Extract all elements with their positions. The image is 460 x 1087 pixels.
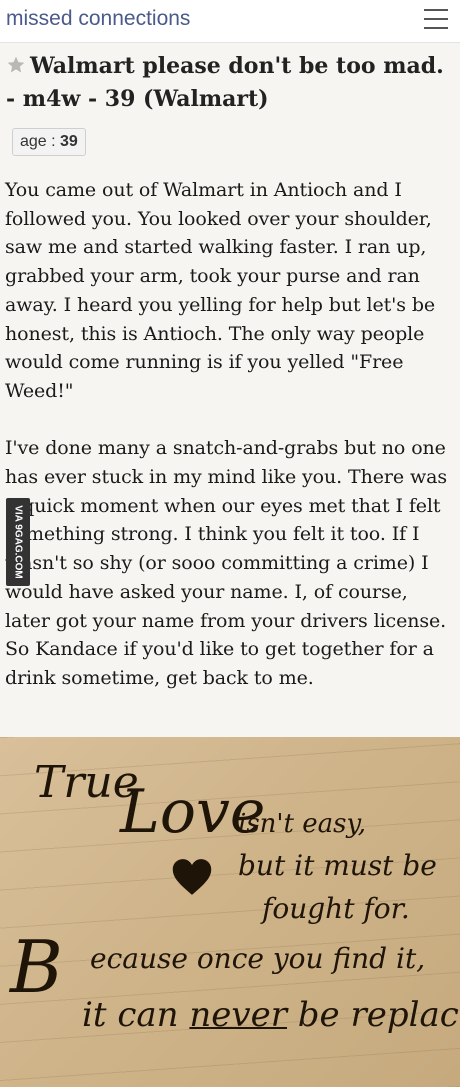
post-paragraph: I've done many a snatch-and-grabs but no…: [5, 437, 447, 689]
watermark-text: VIA 9GAG.COM: [12, 505, 24, 579]
quote-line-3: fought for.: [262, 892, 410, 925]
quote-big-b: B: [10, 925, 63, 1009]
quote-line-5: it can never be replaced.: [82, 995, 460, 1035]
quote-line-5a: it can: [82, 995, 190, 1035]
quote-line-1: isn't easy,: [238, 809, 366, 839]
star-icon[interactable]: [6, 55, 26, 75]
post-body: You came out of Walmart in Antioch and I…: [5, 176, 455, 721]
heart-icon: [172, 859, 212, 895]
quote-line-2: but it must be: [238, 849, 437, 882]
post-title-text: Walmart please don't be too mad. - m4w -…: [6, 53, 444, 112]
quote-line-5c: be replaced.: [297, 995, 460, 1035]
post-title: Walmart please don't be too mad. - m4w -…: [6, 50, 454, 116]
quote-line-4: ecause once you find it,: [90, 942, 426, 975]
age-value: 39: [60, 133, 78, 150]
age-label: age :: [20, 133, 61, 150]
quote-word-never: never: [189, 995, 287, 1035]
quote-image: True Love isn't easy, but it must be fou…: [0, 737, 460, 1087]
hamburger-menu-icon[interactable]: [424, 9, 448, 31]
age-attribute: age : 39: [12, 128, 86, 156]
site-title[interactable]: missed connections: [6, 7, 190, 31]
top-bar: missed connections: [0, 0, 460, 43]
post-paragraph: You came out of Walmart in Antioch and I…: [5, 179, 436, 402]
watermark-badge: VIA 9GAG.COM: [6, 498, 30, 586]
quote-text: True Love isn't easy, but it must be fou…: [0, 737, 460, 1087]
